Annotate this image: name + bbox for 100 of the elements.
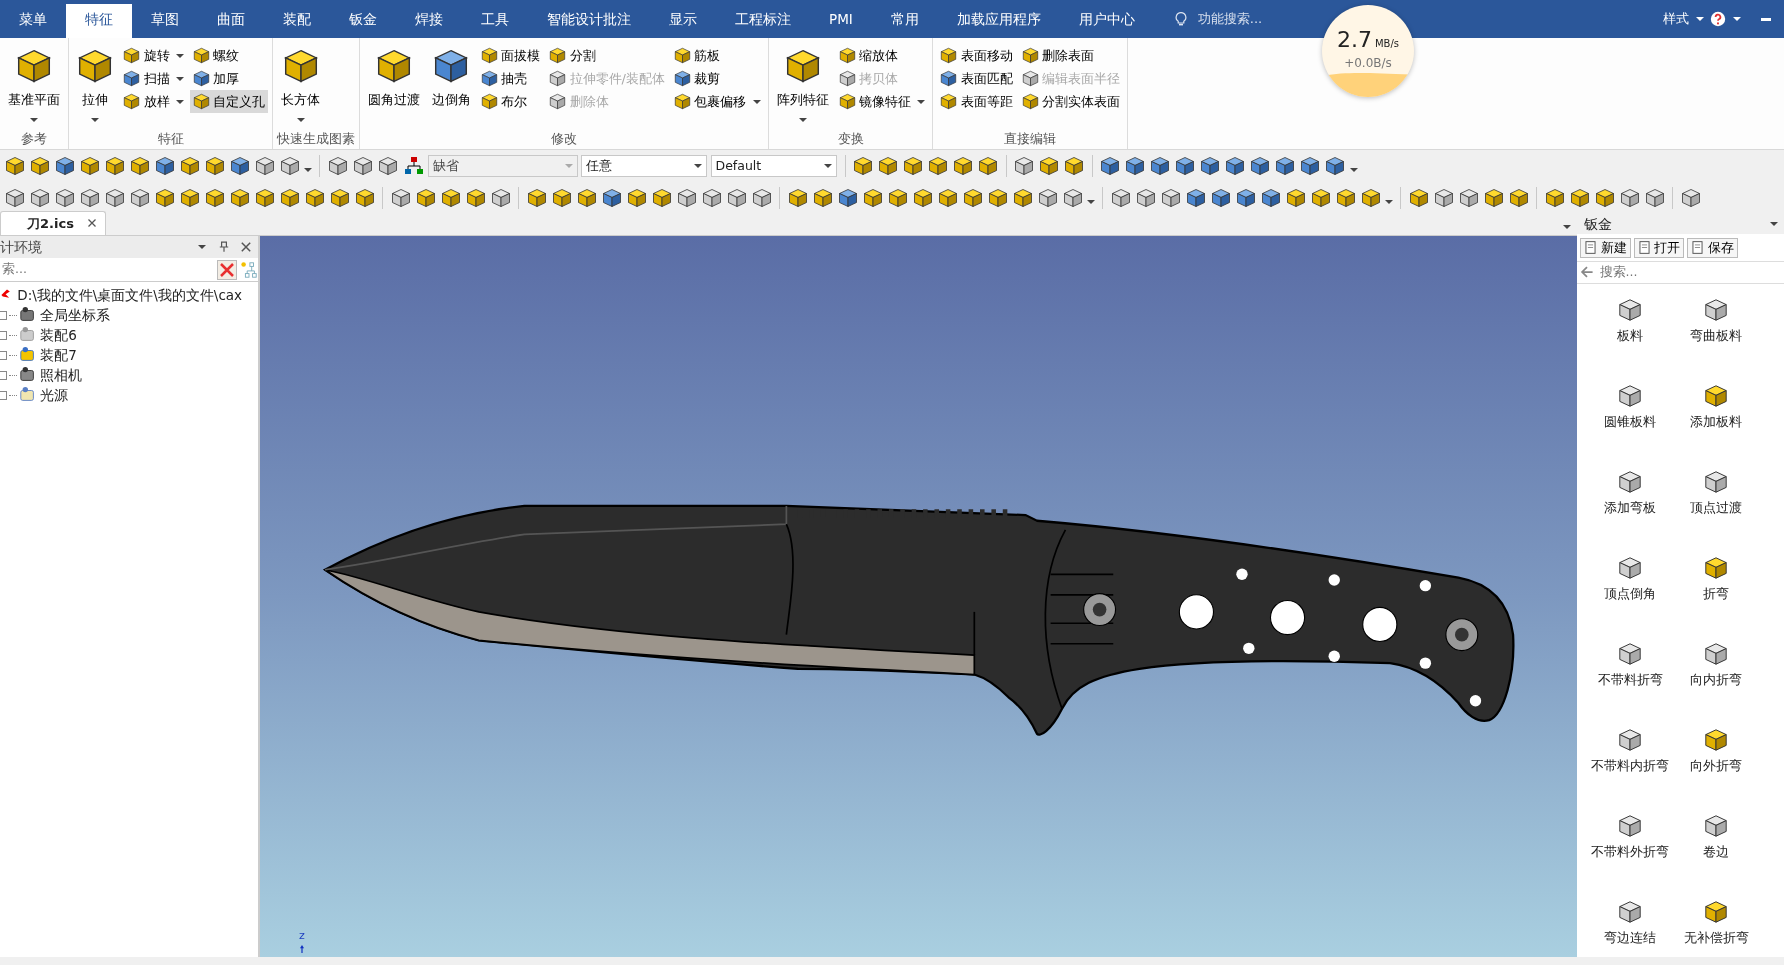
ribbon-button[interactable]: 抽壳 [477,67,543,90]
cube-icon[interactable] [1300,156,1321,176]
menu-tab[interactable]: 工程标注 [716,0,810,38]
cube-icon[interactable] [154,156,175,176]
menu-tab[interactable]: 曲面 [198,0,264,38]
cube-icon[interactable] [4,156,25,176]
caret-icon[interactable] [296,117,305,122]
cube-icon[interactable] [179,156,200,176]
cube-icon[interactable] [54,188,75,208]
cube-icon[interactable] [928,156,949,176]
cube-icon[interactable] [29,188,50,208]
sheet-metal-item[interactable]: 添加板料 [1673,377,1759,464]
ribbon-button[interactable]: 分割 [546,44,668,67]
dropdown-arrow-icon[interactable] [1769,222,1778,227]
ribbon-button[interactable]: 扫描 [120,67,187,90]
cube-icon[interactable] [551,188,572,208]
cube-icon[interactable] [104,156,125,176]
cube-icon[interactable] [701,188,722,208]
menu-tab[interactable]: 用户中心 [1059,0,1154,38]
caret-icon[interactable] [91,117,99,122]
cube-icon[interactable] [1360,188,1381,208]
cube-icon[interactable] [903,156,924,176]
cube-icon[interactable] [676,188,697,208]
close-icon[interactable] [239,241,252,253]
tree-item[interactable]: 光源 [40,385,69,406]
ribbon-button[interactable]: 表面等距 [937,90,1016,113]
cube-icon[interactable] [415,188,436,208]
cube-icon[interactable] [1200,156,1221,176]
ribbon-button[interactable]: 旋转 [120,44,187,67]
cube-icon[interactable] [1175,156,1196,176]
cube-icon[interactable] [1458,188,1479,208]
ribbon-button[interactable]: 布尔 [477,90,543,113]
cube-icon[interactable] [490,188,511,208]
close-icon[interactable] [86,218,97,229]
cube-icon[interactable] [953,156,974,176]
cube-icon[interactable] [626,188,647,208]
sheet-metal-item[interactable]: 不带料外折弯 [1587,807,1673,894]
cube-icon[interactable] [254,156,275,176]
cube-icon[interactable] [354,188,375,208]
cube-icon[interactable] [853,156,874,176]
menu-tab[interactable]: 菜单 [0,0,66,38]
cube-icon[interactable] [377,156,398,176]
pin-icon[interactable] [217,241,230,253]
caret-icon[interactable] [175,99,184,104]
sheet-metal-item[interactable]: 不带料内折弯 [1587,721,1673,808]
ribbon-button[interactable]: 面拔模 [477,44,543,67]
sheet-metal-item[interactable]: 不带料折弯 [1587,635,1673,722]
minimize-icon[interactable] [1761,17,1771,21]
tree-item[interactable]: 全局坐标系 [40,305,111,326]
cube-icon[interactable] [279,156,300,176]
tree-item[interactable]: 装配7 [40,345,77,366]
cube-icon[interactable] [204,156,225,176]
caret-icon[interactable] [30,117,38,122]
caret-icon[interactable] [917,99,926,104]
caret-icon[interactable] [304,168,312,172]
ribbon-button[interactable]: 包裹偏移 [671,90,764,113]
cube-icon[interactable] [576,188,597,208]
cube-icon[interactable] [812,188,833,208]
menu-tab[interactable]: 常用 [871,0,938,38]
menu-tab[interactable]: PMI [810,0,872,38]
menu-tab[interactable]: 工具 [462,0,528,38]
toolbar-button[interactable]: 新建 [1580,237,1631,258]
cube-icon[interactable] [254,188,275,208]
cube-icon[interactable] [204,188,225,208]
cube-icon[interactable] [1310,188,1331,208]
cube-icon[interactable] [1225,156,1246,176]
cube-icon[interactable] [54,156,75,176]
caret-icon[interactable] [1349,168,1358,172]
toolbar-button[interactable]: 打开 [1633,237,1684,258]
ribbon-button[interactable]: 镜像特征 [835,90,929,113]
cube-icon[interactable] [329,188,350,208]
menu-tab[interactable]: 显示 [650,0,716,38]
ribbon-button[interactable]: 加厚 [190,67,269,90]
ribbon-button[interactable]: 裁剪 [671,67,764,90]
menu-tab[interactable]: 焊接 [396,0,462,38]
style-menu[interactable]: 样式 [1663,9,1689,29]
cube-icon[interactable] [912,188,933,208]
hierarchy-icon[interactable] [404,156,424,176]
cube-icon[interactable] [1135,188,1156,208]
cube-icon[interactable] [79,188,100,208]
cube-icon[interactable] [1100,156,1121,176]
cube-icon[interactable] [1062,188,1083,208]
cube-icon[interactable] [1594,188,1615,208]
ribbon-button[interactable]: 删除表面 [1018,44,1124,67]
cube-icon[interactable] [962,188,983,208]
ribbon-button[interactable]: 表面移动 [937,44,1016,67]
cube-icon[interactable] [390,188,411,208]
caret-icon[interactable] [175,53,184,58]
cube-icon[interactable] [1644,188,1665,208]
cube-icon[interactable] [1250,156,1271,176]
tree-item[interactable]: D:\我的文件\桌面文件\我的文件\cax [17,285,243,306]
cube-icon[interactable] [1275,156,1296,176]
cube-icon[interactable] [1544,188,1565,208]
cube-icon[interactable] [154,188,175,208]
cube-icon[interactable] [1285,188,1306,208]
cube-icon[interactable] [726,188,747,208]
cube-icon[interactable] [327,156,348,176]
cube-icon[interactable] [1110,188,1131,208]
sheet-metal-item[interactable]: 添加弯板 [1587,463,1673,550]
caret-icon[interactable] [1385,200,1393,204]
